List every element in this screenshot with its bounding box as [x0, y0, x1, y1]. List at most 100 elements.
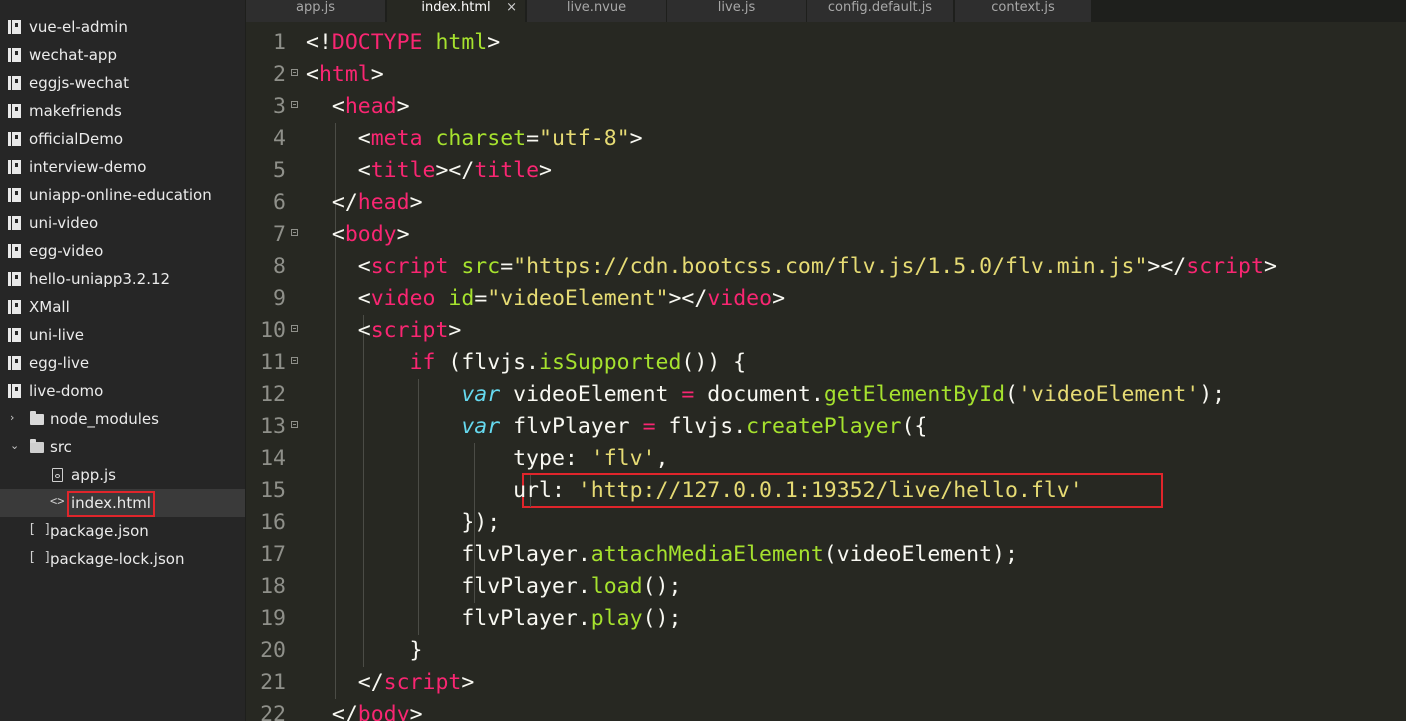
- code-token: </: [306, 190, 358, 215]
- code-editor[interactable]: 1 <!DOCTYPE html> 2 <html> 3 <head> 4 <meta c…: [246, 22, 1406, 721]
- code-token: createPlayer: [746, 414, 902, 439]
- sidebar-item-label: egg-live: [29, 354, 90, 372]
- code-token: videoElement: [500, 382, 682, 407]
- json-file-icon: [ ]: [28, 550, 52, 565]
- sidebar-item[interactable]: interview-demo: [0, 153, 245, 181]
- code-line[interactable]: 22 </body>: [246, 699, 1406, 721]
- code-line[interactable]: 3 <head>: [246, 91, 1406, 123]
- code-line[interactable]: 4 <meta charset="utf-8">: [246, 123, 1406, 155]
- code-token: >: [772, 286, 786, 311]
- code-line[interactable]: 6 </head>: [246, 187, 1406, 219]
- code-token: DOCTYPE: [331, 30, 423, 55]
- code-line[interactable]: 21 </script>: [246, 667, 1406, 699]
- code-file-icon: <>: [50, 494, 65, 508]
- chevron-right-icon[interactable]: ›: [10, 411, 20, 425]
- tab[interactable]: live.nvue: [527, 0, 667, 22]
- code-line[interactable]: 10 <script>: [246, 315, 1406, 347]
- code-line[interactable]: 7 <body>: [246, 219, 1406, 251]
- sidebar-item[interactable]: <> index.html: [0, 489, 245, 517]
- code-line[interactable]: 5 <title></title>: [246, 155, 1406, 187]
- line-number: 19: [260, 606, 286, 631]
- code-token: </: [306, 670, 384, 695]
- sidebar-item[interactable]: uniapp-online-education: [0, 181, 245, 209]
- sidebar-item[interactable]: [ ] package-lock.json: [0, 545, 245, 573]
- code-line[interactable]: 14 type: 'flv',: [246, 443, 1406, 475]
- code-token: script: [383, 670, 462, 695]
- code-line[interactable]: 15 url: 'http://127.0.0.1:19352/live/hel…: [246, 475, 1406, 507]
- code-text: <head>: [306, 91, 410, 123]
- sidebar-item[interactable]: eggjs-wechat: [0, 69, 245, 97]
- code-line[interactable]: 19 flvPlayer.play();: [246, 603, 1406, 635]
- code-text: <body>: [306, 219, 410, 251]
- code-line[interactable]: 20 }: [246, 635, 1406, 667]
- sidebar-item[interactable]: [ ] package.json: [0, 517, 245, 545]
- code-line[interactable]: 9 <video id="videoElement"></video>: [246, 283, 1406, 315]
- sidebar-item-label: XMall: [29, 298, 70, 316]
- code-line[interactable]: 11 if (flvjs.isSupported()) {: [246, 347, 1406, 379]
- sidebar-item[interactable]: makefriends: [0, 97, 245, 125]
- code-token: type:: [306, 446, 591, 471]
- sidebar-item[interactable]: egg-video: [0, 237, 245, 265]
- sidebar-item-label: app.js: [71, 466, 116, 484]
- code-token: <: [306, 254, 371, 279]
- code-line[interactable]: 13 var flvPlayer = flvjs.createPlayer({: [246, 411, 1406, 443]
- code-line[interactable]: 18 flvPlayer.load();: [246, 571, 1406, 603]
- line-number: 4: [273, 126, 286, 151]
- sidebar-item[interactable]: › node_modules: [0, 405, 245, 433]
- tab[interactable]: context.js: [955, 0, 1092, 22]
- sidebar-item[interactable]: app.js: [0, 461, 245, 489]
- chevron-down-icon[interactable]: ⌄: [10, 439, 20, 453]
- selected-file-highlight-box: [67, 491, 155, 517]
- code-text: var flvPlayer = flvjs.createPlayer({: [306, 411, 927, 443]
- sidebar-item[interactable]: live-domo: [0, 377, 245, 405]
- sidebar-item[interactable]: uni-video: [0, 209, 245, 237]
- code-token: =: [681, 382, 695, 407]
- code-line[interactable]: 1 <!DOCTYPE html>: [246, 27, 1406, 59]
- repository-icon: [8, 132, 21, 146]
- sidebar-item[interactable]: vue-el-admin: [0, 13, 245, 41]
- line-number: 1: [273, 30, 286, 55]
- sidebar-item-label: makefriends: [29, 102, 122, 120]
- code-token: (: [1005, 382, 1018, 407]
- tab[interactable]: index.html ×: [387, 0, 526, 22]
- sidebar-item[interactable]: ⌄ src: [0, 433, 245, 461]
- code-line[interactable]: 16 });: [246, 507, 1406, 539]
- code-token: attachMediaElement: [590, 542, 824, 567]
- tab-label: app.js: [296, 0, 335, 15]
- fold-toggle-icon[interactable]: [291, 325, 298, 332]
- fold-toggle-icon[interactable]: [291, 229, 298, 236]
- sidebar-item[interactable]: wechat-app: [0, 41, 245, 69]
- sidebar-item[interactable]: egg-live: [0, 349, 245, 377]
- fold-toggle-icon[interactable]: [291, 101, 298, 108]
- close-icon[interactable]: ×: [506, 0, 517, 16]
- code-token: }: [306, 638, 423, 663]
- sidebar-item-label: node_modules: [50, 410, 159, 428]
- fold-toggle-icon[interactable]: [291, 69, 298, 76]
- sidebar-item-label: package-lock.json: [50, 550, 185, 568]
- code-token: 'videoElement': [1017, 382, 1200, 407]
- code-line[interactable]: 17 flvPlayer.attachMediaElement(videoEle…: [246, 539, 1406, 571]
- fold-toggle-icon[interactable]: [291, 421, 298, 428]
- tab[interactable]: live.js: [667, 0, 807, 22]
- sidebar-item[interactable]: hello-uniapp3.2.12: [0, 265, 245, 293]
- sidebar-item[interactable]: XMall: [0, 293, 245, 321]
- line-number: 22: [260, 702, 286, 721]
- code-token: =: [526, 126, 540, 151]
- code-line[interactable]: 2 <html>: [246, 59, 1406, 91]
- sidebar-item-label: live-domo: [29, 382, 104, 400]
- code-text: flvPlayer.play();: [306, 603, 681, 635]
- sidebar-item[interactable]: officialDemo: [0, 125, 245, 153]
- repository-icon: [8, 104, 21, 118]
- code-line[interactable]: 12 var videoElement = document.getElemen…: [246, 379, 1406, 411]
- code-token: script: [370, 254, 449, 279]
- tab[interactable]: app.js: [246, 0, 386, 22]
- tab[interactable]: config.default.js: [807, 0, 954, 22]
- fold-toggle-icon[interactable]: [291, 357, 298, 364]
- code-text: <html>: [306, 59, 384, 91]
- sidebar-item[interactable]: uni-live: [0, 321, 245, 349]
- line-number: 11: [260, 350, 286, 375]
- code-text: <meta charset="utf-8">: [306, 123, 643, 155]
- code-line[interactable]: 8 <script src="https://cdn.bootcss.com/f…: [246, 251, 1406, 283]
